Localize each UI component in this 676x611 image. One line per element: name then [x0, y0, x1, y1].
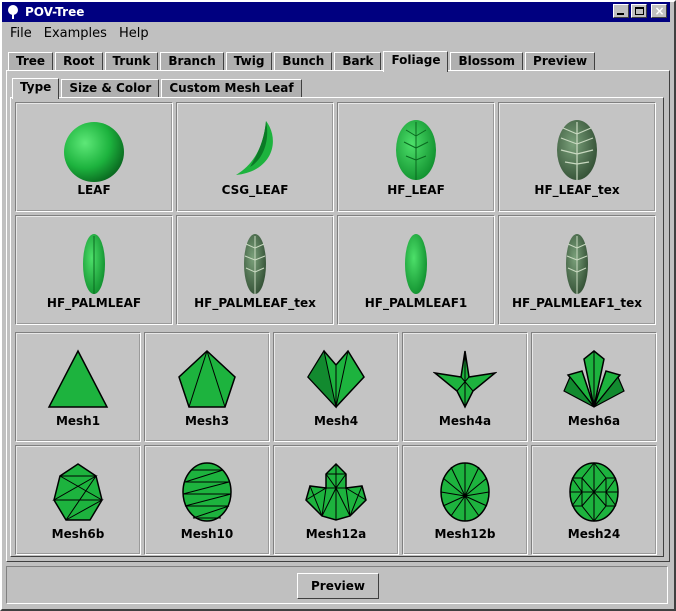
sub-tab-bar: Type Size & Color Custom Mesh Leaf [12, 78, 304, 99]
leaf-option-hf-palmleaf[interactable]: HF_PALMLEAF [15, 215, 173, 325]
leaf-option-label: HF_PALMLEAF1_tex [511, 296, 643, 310]
leaf-option-mesh6b[interactable]: Mesh6b [15, 445, 141, 555]
mesh1-triangle-icon [47, 349, 109, 408]
mesh4-icon [307, 349, 365, 409]
leaf-option-csg-leaf[interactable]: CSG_LEAF [176, 102, 334, 212]
hf-palm-leaf-textured-icon [244, 234, 266, 294]
leaf-option-label: Mesh12a [305, 527, 367, 541]
leaf-option-label: HF_PALMLEAF1 [364, 296, 468, 310]
close-button[interactable]: × [651, 4, 667, 18]
leaf-option-hf-palmleaf-tex[interactable]: HF_PALMLEAF_tex [176, 215, 334, 325]
leaf-option-mesh10[interactable]: Mesh10 [144, 445, 270, 555]
leaf-option-label: HF_PALMLEAF_tex [194, 296, 316, 310]
tree-icon [5, 4, 21, 20]
tab-bunch[interactable]: Bunch [274, 52, 333, 71]
leaf-option-label: Mesh4a [438, 414, 492, 428]
tab-size-color[interactable]: Size & Color [61, 79, 160, 98]
csg-crescent-leaf-icon [236, 121, 273, 175]
menu-file[interactable]: File [4, 24, 38, 44]
leaf-option-label: Mesh6a [567, 414, 621, 428]
leaf-option-hf-palmleaf1-tex[interactable]: HF_PALMLEAF1_tex [498, 215, 656, 325]
minimize-button[interactable] [613, 4, 629, 18]
leaf-option-label: Mesh6b [51, 527, 105, 541]
hf-palm-leaf1-icon [405, 234, 427, 294]
mesh24-icon [569, 462, 619, 522]
leaf-option-mesh6a[interactable]: Mesh6a [531, 332, 657, 442]
leaf-option-hf-leaf-tex[interactable]: HF_LEAF_tex [498, 102, 656, 212]
tab-blossom[interactable]: Blossom [450, 52, 524, 71]
leaf-option-mesh24[interactable]: Mesh24 [531, 445, 657, 555]
leaf-option-label: Mesh24 [567, 527, 621, 541]
hf-palm-leaf1-textured-icon [566, 234, 588, 294]
leaf-option-label: Mesh1 [55, 414, 101, 428]
hf-leaf-icon [396, 120, 436, 180]
menu-bar: File Examples Help [4, 24, 155, 44]
mesh12b-icon [440, 462, 490, 522]
leaf-option-mesh4a[interactable]: Mesh4a [402, 332, 528, 442]
leaf-sphere-icon [64, 122, 124, 182]
hf-leaf-textured-icon [557, 120, 597, 180]
maximize-button[interactable] [631, 4, 647, 18]
tab-preview[interactable]: Preview [525, 52, 596, 71]
title-bar: POV-Tree × [2, 2, 670, 22]
tab-twig[interactable]: Twig [225, 52, 273, 71]
leaf-option-hf-palmleaf1[interactable]: HF_PALMLEAF1 [337, 215, 495, 325]
tab-custom-mesh-leaf[interactable]: Custom Mesh Leaf [161, 79, 302, 98]
leaf-option-leaf[interactable]: LEAF [15, 102, 173, 212]
mesh6b-icon [52, 463, 104, 521]
leaf-option-mesh3[interactable]: Mesh3 [144, 332, 270, 442]
leaf-option-label: CSG_LEAF [221, 183, 289, 197]
leaf-option-mesh12a[interactable]: Mesh12a [273, 445, 399, 555]
main-tab-bar: Tree Root Trunk Branch Twig Bunch Bark F… [8, 51, 597, 72]
leaf-option-label: HF_PALMLEAF [46, 296, 142, 310]
mesh4a-icon [433, 350, 497, 409]
tab-bark[interactable]: Bark [334, 52, 382, 71]
leaf-option-label: HF_LEAF_tex [534, 183, 620, 197]
tab-branch[interactable]: Branch [160, 52, 224, 71]
mesh6a-icon [563, 350, 625, 408]
leaf-option-label: HF_LEAF [387, 183, 445, 197]
hf-palm-leaf-icon [83, 234, 105, 294]
menu-help[interactable]: Help [113, 24, 155, 44]
menu-examples[interactable]: Examples [38, 24, 113, 44]
preview-button[interactable]: Preview [297, 573, 379, 599]
leaf-option-label: Mesh10 [180, 527, 234, 541]
leaf-option-hf-leaf[interactable]: HF_LEAF [337, 102, 495, 212]
window-title: POV-Tree [25, 5, 85, 19]
leaf-option-mesh1[interactable]: Mesh1 [15, 332, 141, 442]
tab-tree[interactable]: Tree [8, 52, 54, 71]
leaf-option-mesh4[interactable]: Mesh4 [273, 332, 399, 442]
leaf-option-label: Mesh3 [184, 414, 230, 428]
leaf-option-label: Mesh4 [313, 414, 359, 428]
mesh3-pentagon-icon [178, 349, 236, 408]
mesh12a-icon [305, 462, 367, 521]
tab-trunk[interactable]: Trunk [104, 52, 159, 71]
tab-type[interactable]: Type [12, 78, 60, 99]
leaf-option-label: LEAF [77, 183, 111, 197]
leaf-option-label: Mesh12b [434, 527, 496, 541]
tab-foliage[interactable]: Foliage [383, 51, 449, 72]
mesh10-icon [182, 462, 232, 522]
tab-root[interactable]: Root [55, 52, 103, 71]
leaf-option-mesh12b[interactable]: Mesh12b [402, 445, 528, 555]
